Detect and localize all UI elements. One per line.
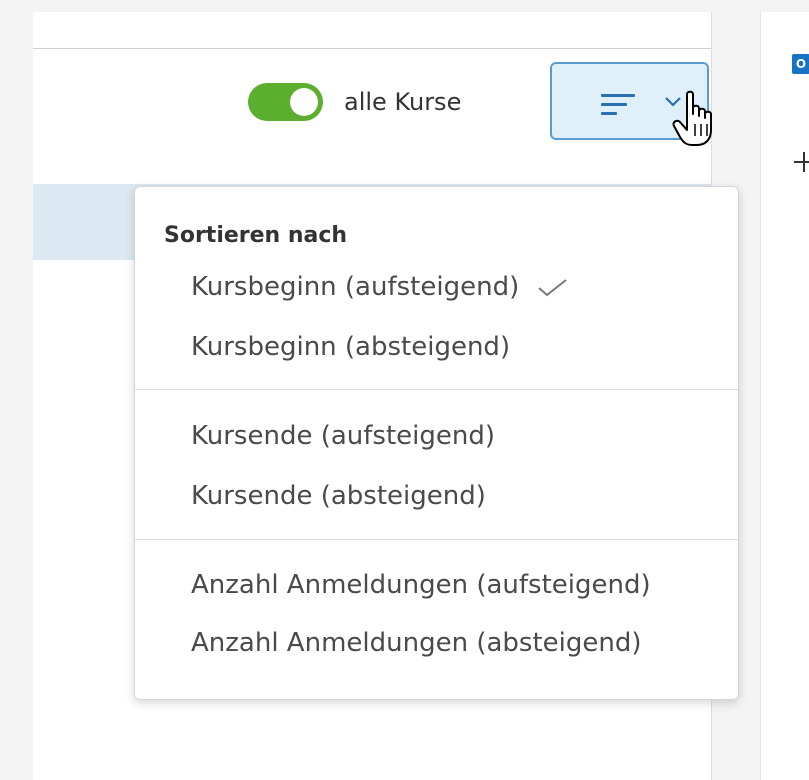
sort-menu: Sortieren nach Kursbeginn (aufsteigend) … — [134, 186, 739, 700]
sort-option-label: Kursende (absteigend) — [191, 481, 486, 511]
menu-divider — [135, 389, 738, 390]
sort-lines-icon — [601, 94, 635, 115]
sort-option-label: Anzahl Anmeldungen (absteigend) — [191, 628, 642, 658]
right-side-panel: O — [760, 12, 809, 780]
sort-menu-heading: Sortieren nach — [164, 223, 348, 248]
sort-option-start-asc[interactable]: Kursbeginn (aufsteigend) — [191, 267, 569, 307]
sort-option-label: Kursende (aufsteigend) — [191, 421, 496, 451]
sort-option-label: Kursbeginn (aufsteigend) — [191, 272, 520, 302]
sort-option-start-desc[interactable]: Kursbeginn (absteigend) — [191, 327, 510, 367]
checkmark-icon — [538, 278, 568, 296]
toggle-knob — [290, 88, 318, 116]
sort-option-end-asc[interactable]: Kursende (aufsteigend) — [191, 416, 495, 456]
top-strip — [0, 0, 809, 12]
hand-pointer-icon — [672, 90, 712, 146]
toggle-label: alle Kurse — [344, 88, 462, 116]
outlook-icon[interactable]: O — [792, 54, 809, 74]
sort-option-label: Kursbeginn (absteigend) — [191, 332, 511, 362]
header-divider — [33, 48, 711, 49]
sort-option-registrations-desc[interactable]: Anzahl Anmeldungen (absteigend) — [191, 623, 642, 663]
plus-icon[interactable] — [794, 152, 809, 172]
sort-option-registrations-asc[interactable]: Anzahl Anmeldungen (aufsteigend) — [191, 565, 651, 605]
menu-divider — [135, 539, 738, 540]
all-courses-toggle[interactable] — [248, 83, 323, 121]
sort-option-end-desc[interactable]: Kursende (absteigend) — [191, 476, 486, 516]
sort-option-label: Anzahl Anmeldungen (aufsteigend) — [191, 570, 651, 600]
